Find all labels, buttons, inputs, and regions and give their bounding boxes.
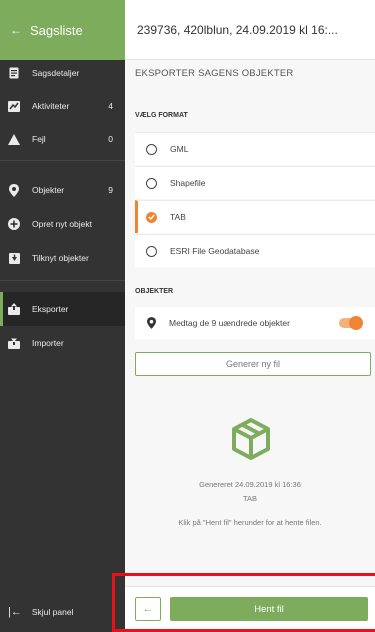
objects-group-label: OBJEKTER — [135, 288, 174, 295]
sidebar-item-label: Fejl — [32, 134, 46, 144]
generate-new-file-button[interactable]: Generer ny fil — [135, 352, 371, 376]
sidebar: ← Sagsliste Sagsdetaljer Aktiviteter 4 F… — [0, 0, 125, 632]
generated-format: TAB — [242, 494, 258, 503]
arrow-left-icon: ← — [142, 603, 154, 615]
include-unchanged-objects-label: Medtag de 9 uændrede objekter — [169, 318, 290, 328]
sidebar-item-label: Opret nyt objekt — [32, 219, 93, 229]
export-icon — [8, 303, 20, 315]
sidebar-item-label: Aktiviteter — [32, 101, 70, 111]
activity-icon — [8, 100, 20, 112]
map-pin-icon — [147, 317, 156, 329]
sidebar-item-objekter[interactable]: Objekter 9 — [0, 173, 125, 207]
footer: ← Hent fil — [125, 586, 375, 632]
sidebar-item-importer[interactable]: Importer — [0, 326, 125, 360]
format-option-label: ESRI File Geodatabase — [170, 246, 260, 256]
format-option-esri-file-geodatabase[interactable]: ESRI File Geodatabase — [135, 234, 375, 267]
toggle-knob — [349, 316, 363, 330]
arrow-left-icon: ← — [10, 23, 22, 37]
generated-timestamp: Genereret 24.09.2019 kl 16:36 — [199, 480, 301, 489]
format-option-gml[interactable]: GML — [135, 132, 375, 165]
back-to-case-list[interactable]: ← Sagsliste — [0, 0, 125, 60]
package-icon — [231, 418, 271, 460]
sidebar-item-label: Objekter — [32, 185, 65, 195]
warning-icon — [8, 133, 20, 145]
include-unchanged-objects-toggle[interactable] — [339, 316, 363, 330]
format-option-tab[interactable]: TAB — [135, 200, 375, 233]
download-hint: Klik på "Hent fil" herunder for at hente… — [178, 518, 322, 527]
sidebar-item-sagsdetaljer[interactable]: Sagsdetaljer — [0, 56, 125, 90]
sidebar-item-label: Importer — [32, 338, 64, 348]
download-file-button[interactable]: Hent fil — [170, 597, 368, 621]
sidebar-item-count: 0 — [108, 134, 113, 144]
plus-circle-icon — [8, 218, 20, 230]
radio-button[interactable] — [146, 177, 157, 189]
map-pin-icon — [8, 183, 20, 197]
sidebar-item-tilknyt-objekter[interactable]: Tilknyt objekter — [0, 241, 125, 275]
radio-button-selected[interactable] — [146, 211, 157, 223]
hide-panel-button[interactable]: |← Skjul panel — [8, 606, 73, 618]
sidebar-item-fejl[interactable]: Fejl 0 — [0, 122, 125, 156]
sidebar-item-label: Eksporter — [32, 304, 69, 314]
format-group-label: VÆLG FORMAT — [135, 112, 188, 119]
divider — [0, 160, 125, 161]
format-option-shapefile[interactable]: Shapefile — [135, 166, 375, 199]
format-option-label: GML — [170, 144, 189, 154]
radio-button[interactable] — [146, 143, 157, 155]
sidebar-item-aktiviteter[interactable]: Aktiviteter 4 — [0, 89, 125, 123]
sidebar-item-eksporter[interactable]: Eksporter — [0, 292, 125, 326]
sidebar-item-label: Sagsdetaljer — [32, 68, 80, 78]
include-unchanged-objects-row[interactable]: Medtag de 9 uændrede objekter — [135, 307, 375, 339]
sidebar-item-opret-nyt-objekt[interactable]: Opret nyt objekt — [0, 207, 125, 241]
section-title: EKSPORTER SAGENS OBJEKTER — [135, 68, 294, 79]
download-icon — [8, 252, 20, 264]
sidebar-title: Sagsliste — [30, 22, 83, 38]
collapse-left-icon: |← — [8, 606, 22, 618]
radio-button[interactable] — [146, 245, 157, 257]
sidebar-item-count: 4 — [108, 101, 113, 111]
case-title: 239736, 420lblun, 24.09.2019 kl 16:... — [125, 0, 375, 60]
document-icon — [8, 67, 20, 79]
format-option-label: TAB — [170, 212, 186, 222]
import-icon — [8, 337, 20, 349]
back-button[interactable]: ← — [135, 597, 161, 621]
format-option-label: Shapefile — [170, 178, 206, 188]
hide-panel-label: Skjul panel — [31, 607, 74, 617]
sidebar-item-label: Tilknyt objekter — [32, 253, 89, 263]
main-panel: 239736, 420lblun, 24.09.2019 kl 16:... E… — [125, 0, 375, 632]
sidebar-item-count: 9 — [108, 185, 113, 195]
check-icon — [148, 214, 155, 220]
divider — [0, 280, 125, 281]
